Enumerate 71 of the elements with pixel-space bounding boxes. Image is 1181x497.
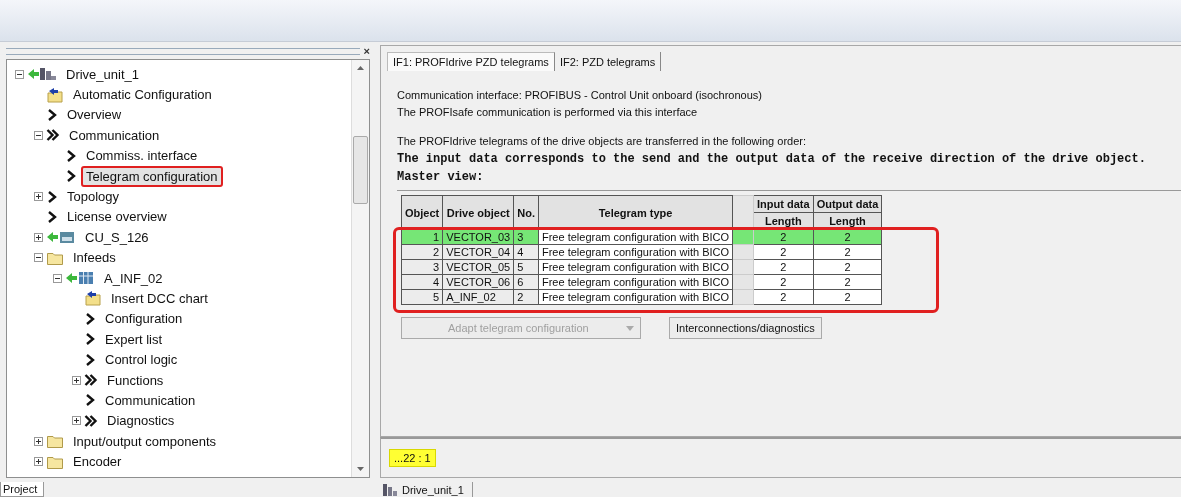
info-text: Communication interface: PROFIBUS - Control Unit onboard (isochronous) [397,88,763,103]
note-text: The input data corresponds to the send and the output data of the receive direction of the drive object. [397,151,1147,168]
tree-item[interactable]: Drive_unit_1 [61,63,144,85]
drive-unit-icon [27,66,57,83]
chevron-icon [46,209,58,224]
chevron-icon [46,107,58,122]
tree-item[interactable]: Infeeds [68,247,121,269]
module-icon [65,270,95,287]
column-header: Output data [813,195,882,213]
window-tab[interactable]: Drive_unit_1 [402,482,473,497]
panel-gripper[interactable] [6,47,360,55]
tree-item[interactable]: Communication [64,124,165,146]
scroll-thumb[interactable] [353,136,368,204]
tree-item[interactable]: Encoder [68,451,127,473]
folder-arrow-icon [84,290,102,307]
column-header: Input data [753,195,814,213]
chevron-icon [84,311,96,326]
tree-item[interactable]: Expert list [100,328,168,350]
expand-toggle-icon[interactable] [72,416,81,426]
drive-unit-icon [382,482,398,497]
column-header: Drive object [442,195,514,230]
expand-toggle-icon[interactable] [34,232,43,242]
info-text: The PROFIsafe communication is performed via this interface [397,105,699,120]
tree-item[interactable]: Functions [102,369,169,391]
tree-item[interactable]: Input/output components [68,430,222,452]
tree-item[interactable]: Control logic [100,349,183,371]
expand-toggle-icon[interactable] [34,130,43,140]
chevron-icon [65,148,77,163]
tree-item[interactable]: Configuration [100,308,188,330]
tree-item[interactable]: Topology [62,186,125,208]
tree-item[interactable]: Overview [62,104,127,126]
column-header: Telegram type [538,195,733,230]
double-chevron-icon [84,413,98,428]
folder-arrow-icon [46,86,64,103]
double-chevron-icon [84,373,98,388]
tab[interactable]: IF1: PROFIdrive PZD telegrams [387,52,555,71]
close-icon[interactable]: × [363,46,370,56]
tree-item[interactable]: CU_S_126 [80,226,154,248]
chevron-icon [84,332,96,347]
action-button[interactable]: Interconnections/diagnostics [669,317,822,339]
chevron-icon [46,189,58,204]
chevron-icon [84,352,96,367]
scroll-down-icon[interactable] [357,467,364,471]
caret-icon [626,325,634,331]
tree-item[interactable]: A_INF_02 [99,267,168,289]
control-unit-icon [46,229,76,246]
tab[interactable]: Project [0,482,45,497]
chevron-icon [84,393,96,408]
tree-item[interactable]: Insert DCC chart [106,288,213,309]
double-chevron-icon [46,128,60,143]
expand-toggle-icon[interactable] [15,69,24,79]
tree-item[interactable]: Communication [100,389,201,411]
scroll-up-icon[interactable] [357,66,364,70]
status-badge: ...22 : 1 [389,449,436,467]
expand-toggle-icon[interactable] [34,192,43,202]
expand-toggle-icon[interactable] [34,457,43,467]
expand-toggle-icon[interactable] [53,273,62,283]
tree-item[interactable]: Diagnostics [102,410,180,432]
expand-toggle-icon[interactable] [72,375,81,385]
folder-icon [46,433,64,450]
tree-item[interactable]: License overview [62,206,172,228]
info-text: The PROFIdrive telegrams of the drive objects are transferred in the following order: [397,134,808,149]
column-header: Object [401,195,443,230]
tree-item[interactable]: Automatic Configuration [68,84,217,106]
expand-toggle-icon[interactable] [34,436,43,446]
tree-item[interactable]: Commiss. interface [81,145,203,167]
note-text: Master view: [397,169,485,186]
expand-toggle-icon[interactable] [34,253,43,263]
chevron-icon [65,169,77,184]
scrollbar[interactable] [351,60,369,477]
tree-item[interactable]: Telegram configuration [81,165,223,187]
